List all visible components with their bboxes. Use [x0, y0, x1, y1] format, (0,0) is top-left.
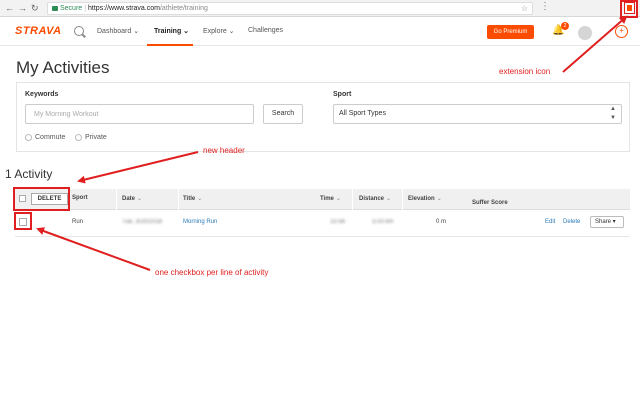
arrow-to-row-checkbox — [36, 227, 151, 271]
annotation-arrows — [36, 15, 628, 271]
arrow-to-extension-icon — [562, 15, 628, 73]
arrow-to-new-header — [77, 151, 199, 184]
